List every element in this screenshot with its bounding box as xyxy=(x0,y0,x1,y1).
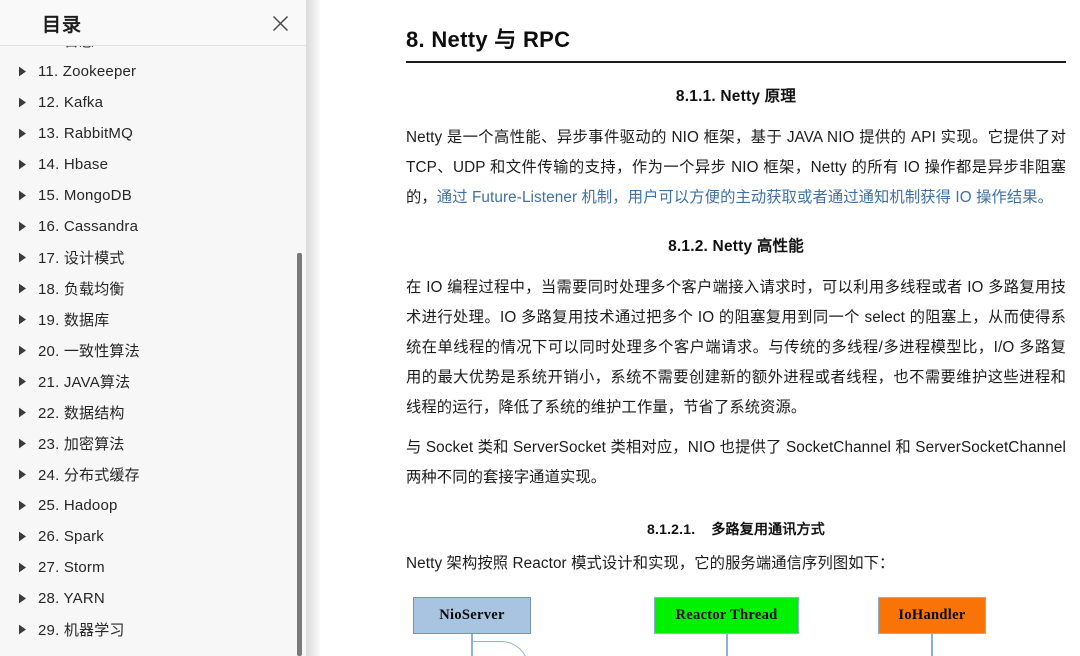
toc-item[interactable]: 12. Kafka xyxy=(0,87,306,118)
triangle-right-icon[interactable] xyxy=(18,593,32,604)
subsection-number: 8.1.2.1. xyxy=(647,521,695,537)
diagram-box-iohandler: IoHandler xyxy=(878,597,986,634)
toc-item-label: 10. 日志 xyxy=(38,46,94,51)
toc-item-label: 17. 设计模式 xyxy=(38,247,125,268)
section-heading-8-1-2: 8.1.2. Netty 高性能 xyxy=(406,234,1066,256)
toc-item[interactable]: 27. Storm xyxy=(0,552,306,583)
triangle-right-icon[interactable] xyxy=(18,66,32,77)
subsection-heading-8-1-2-1: 8.1.2.1. 多路复用通讯方式 xyxy=(406,519,1066,539)
paragraph-io-multiplexing: 在 IO 编程过程中，当需要同时处理多个客户端接入请求时，可以利用多线程或者 I… xyxy=(406,273,1066,423)
triangle-right-icon[interactable] xyxy=(18,624,32,635)
toc-item-label: 29. 机器学习 xyxy=(38,619,125,640)
toc-item-label: 27. Storm xyxy=(38,559,105,576)
toc-item[interactable]: 11. Zookeeper xyxy=(0,56,306,87)
page-title: 目录 xyxy=(42,10,82,37)
toc-scroll-area[interactable]: 10. 日志 11. Zookeeper 12. Kafka 13. RabbitMQ… xyxy=(0,46,306,656)
triangle-right-icon[interactable] xyxy=(18,314,32,325)
toc-item-label: 20. 一致性算法 xyxy=(38,340,140,361)
toc-item[interactable]: 26. Spark xyxy=(0,521,306,552)
toc-item[interactable]: 15. MongoDB xyxy=(0,180,306,211)
triangle-right-icon[interactable] xyxy=(18,252,32,263)
panel-divider xyxy=(306,0,320,656)
document-viewport[interactable]: 8. Netty 与 RPC 8.1.1. Netty 原理 Netty 是一个… xyxy=(306,0,1080,656)
toc-item-label: 15. MongoDB xyxy=(38,187,132,204)
sequence-diagram: NioServer Reactor Thread IoHandler 1 打开 … xyxy=(406,589,1066,656)
paragraph-netty-intro: Netty 是一个高性能、异步事件驱动的 NIO 框架，基于 JAVA NIO … xyxy=(406,123,1066,213)
toc-item[interactable]: 21. JAVA算法 xyxy=(0,366,306,397)
sidebar-scrollbar-thumb[interactable] xyxy=(297,253,302,656)
toc-item-label: 22. 数据结构 xyxy=(38,402,125,423)
toc-item-label: 21. JAVA算法 xyxy=(38,371,130,392)
subsection-title: 多路复用通讯方式 xyxy=(711,521,825,537)
toc-item-label: 19. 数据库 xyxy=(38,309,109,330)
toc-item-label: 26. Spark xyxy=(38,528,104,545)
toc-item[interactable]: 25. Hadoop xyxy=(0,490,306,521)
close-icon[interactable] xyxy=(268,11,292,35)
toc-item[interactable]: 16. Cassandra xyxy=(0,211,306,242)
triangle-right-icon[interactable] xyxy=(18,159,32,170)
triangle-right-icon[interactable] xyxy=(18,221,32,232)
document-page: 8. Netty 与 RPC 8.1.1. Netty 原理 Netty 是一个… xyxy=(406,0,1066,656)
toc-item-label: 28. YARN xyxy=(38,590,105,607)
toc-item[interactable]: 17. 设计模式 xyxy=(0,242,306,273)
toc-item-label: 13. RabbitMQ xyxy=(38,125,133,142)
toc-header: 目录 xyxy=(0,0,306,46)
diagram-lifeline-reactor-thread xyxy=(726,634,728,656)
triangle-right-icon[interactable] xyxy=(18,562,32,573)
toc-item-label: 18. 负载均衡 xyxy=(38,278,125,299)
paragraph-reactor-intro: Netty 架构按照 Reactor 模式设计和实现，它的服务端通信序列图如下： xyxy=(406,549,1066,579)
triangle-right-icon[interactable] xyxy=(18,190,32,201)
table-of-contents-panel: 目录 10. 日志 11. Zookeeper 12. Kafka 13. Rabbi… xyxy=(0,0,306,656)
triangle-right-icon[interactable] xyxy=(18,376,32,387)
toc-item[interactable]: 28. YARN xyxy=(0,583,306,614)
toc-item-label: 24. 分布式缓存 xyxy=(38,464,140,485)
toc-item-label: 11. Zookeeper xyxy=(38,63,136,80)
triangle-right-icon[interactable] xyxy=(18,128,32,139)
toc-item[interactable]: 20. 一致性算法 xyxy=(0,335,306,366)
triangle-right-icon[interactable] xyxy=(18,97,32,108)
section-heading-8-1-1: 8.1.1. Netty 原理 xyxy=(406,84,1066,106)
toc-item[interactable]: 14. Hbase xyxy=(0,149,306,180)
triangle-right-icon[interactable] xyxy=(18,500,32,511)
toc-item[interactable]: 24. 分布式缓存 xyxy=(0,459,306,490)
toc-item-list: 10. 日志 11. Zookeeper 12. Kafka 13. RabbitMQ… xyxy=(0,46,306,645)
diagram-box-nioserver: NioServer xyxy=(413,597,531,634)
toc-item-label: 25. Hadoop xyxy=(38,497,118,514)
triangle-right-icon[interactable] xyxy=(18,531,32,542)
triangle-right-icon[interactable] xyxy=(18,345,32,356)
chapter-heading: 8. Netty 与 RPC xyxy=(406,0,1066,63)
toc-item[interactable]: 13. RabbitMQ xyxy=(0,118,306,149)
inline-link-text[interactable]: 通过 Future-Listener 机制，用户可以方便的主动获取或者通过通知机… xyxy=(437,189,1053,206)
diagram-lifeline-iohandler xyxy=(931,634,933,656)
triangle-right-icon[interactable] xyxy=(18,438,32,449)
toc-item-label: 12. Kafka xyxy=(38,94,103,111)
toc-item-label: 14. Hbase xyxy=(38,156,108,173)
pdf-reader-window: 目录 10. 日志 11. Zookeeper 12. Kafka 13. Rabbi… xyxy=(0,0,1080,656)
triangle-right-icon[interactable] xyxy=(18,469,32,480)
toc-item[interactable]: 29. 机器学习 xyxy=(0,614,306,645)
toc-item[interactable]: 10. 日志 xyxy=(0,46,306,56)
triangle-right-icon[interactable] xyxy=(18,283,32,294)
toc-item[interactable]: 22. 数据结构 xyxy=(0,397,306,428)
triangle-right-icon[interactable] xyxy=(18,407,32,418)
toc-item-label: 16. Cassandra xyxy=(38,218,138,235)
paragraph-socketchannel: 与 Socket 类和 ServerSocket 类相对应，NIO 也提供了 S… xyxy=(406,433,1066,493)
toc-item[interactable]: 23. 加密算法 xyxy=(0,428,306,459)
toc-item-label: 23. 加密算法 xyxy=(38,433,125,454)
diagram-self-message-arrow xyxy=(471,641,529,656)
sidebar-scrollbar[interactable] xyxy=(296,46,303,656)
toc-item[interactable]: 18. 负载均衡 xyxy=(0,273,306,304)
diagram-box-reactor-thread: Reactor Thread xyxy=(654,597,799,634)
toc-item[interactable]: 19. 数据库 xyxy=(0,304,306,335)
